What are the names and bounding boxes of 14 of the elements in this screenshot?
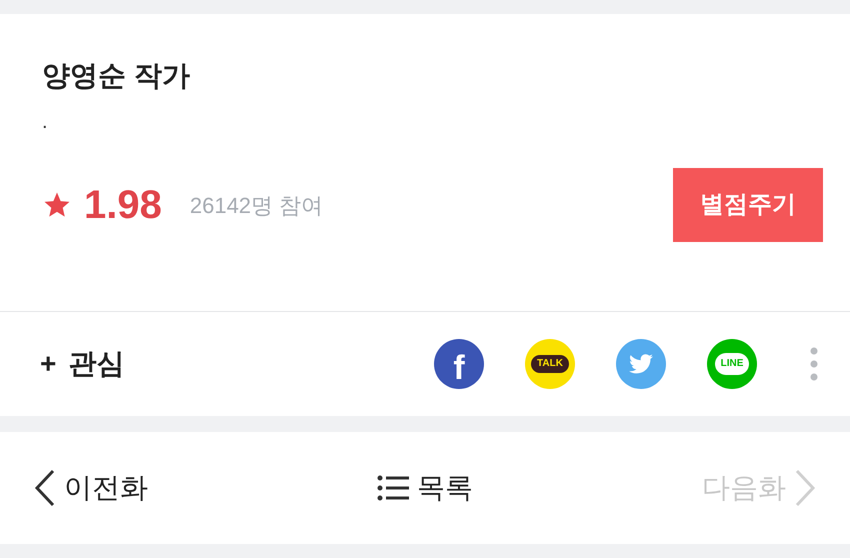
author-description: . xyxy=(42,112,48,132)
more-options-icon[interactable] xyxy=(810,347,818,381)
chevron-left-icon xyxy=(34,469,56,507)
author-title: 양영순 작가 xyxy=(42,62,190,90)
rating-score: 1.98 xyxy=(84,185,162,225)
chevron-right-icon xyxy=(794,469,816,507)
kakao-share-button[interactable]: TALK xyxy=(525,339,575,389)
participant-count: 26142명 참여 xyxy=(190,192,324,220)
facebook-share-button[interactable]: f xyxy=(434,339,484,389)
twitter-share-button[interactable] xyxy=(616,339,666,389)
follow-button[interactable]: + 관심 xyxy=(40,343,124,385)
list-button[interactable]: 목록 xyxy=(377,467,473,509)
list-icon xyxy=(377,475,409,501)
previous-episode-button[interactable]: 이전화 xyxy=(34,467,148,509)
